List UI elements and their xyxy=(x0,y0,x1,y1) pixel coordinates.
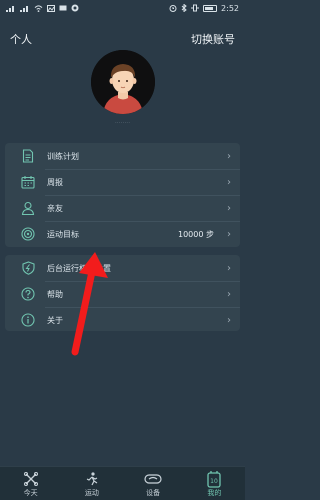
chevron-right-icon: › xyxy=(227,202,231,214)
avatar[interactable] xyxy=(91,50,155,114)
tab-exercise[interactable]: 运动 xyxy=(61,467,122,500)
help-icon xyxy=(19,285,37,303)
menu-item-exercise-goal[interactable]: 运动目标 10000 步 › xyxy=(5,221,240,247)
chevron-right-icon: › xyxy=(227,288,231,300)
chevron-right-icon: › xyxy=(227,176,231,188)
menu-group-2: 后台运行权限设置 › 帮助 › 关于 › xyxy=(5,255,240,331)
alarm-icon xyxy=(169,5,177,12)
avatar-person-icon xyxy=(91,50,155,114)
info-icon xyxy=(19,311,37,329)
signal-icon xyxy=(20,5,30,12)
menu-item-label: 训练计划 xyxy=(47,151,79,161)
tab-mine[interactable]: 10 我的 xyxy=(184,467,245,500)
chevron-right-icon: › xyxy=(227,228,231,240)
menu-item-training-plan[interactable]: 训练计划 › xyxy=(5,143,240,169)
menu-item-label: 帮助 xyxy=(47,289,63,299)
wifi-icon xyxy=(34,4,43,12)
person-icon xyxy=(19,199,37,217)
chevron-right-icon: › xyxy=(227,262,231,274)
mine-icon: 10 xyxy=(205,470,223,488)
menu-item-about[interactable]: 关于 › xyxy=(5,307,240,331)
chevron-right-icon: › xyxy=(227,150,231,162)
image-icon xyxy=(47,4,55,12)
menu-item-label: 亲友 xyxy=(47,203,63,213)
message-icon xyxy=(59,5,67,10)
battery-icon xyxy=(203,4,218,12)
chevron-right-icon: › xyxy=(227,314,231,326)
menu-group-1: 训练计划 › 周报 › 亲友 › 运动目标 10000 步 › xyxy=(5,143,240,247)
mine-badge: 10 xyxy=(211,478,219,485)
tab-today[interactable]: 今天 xyxy=(0,467,61,500)
page-title: 个人 xyxy=(10,33,32,46)
tab-label: 运动 xyxy=(84,489,99,497)
calendar-icon xyxy=(19,173,37,191)
document-icon xyxy=(19,147,37,165)
bluetooth-icon xyxy=(181,4,187,12)
switch-account-button[interactable]: 切换账号 xyxy=(191,31,235,47)
exercise-goal-value: 10000 步 xyxy=(178,229,214,239)
menu-item-label: 周报 xyxy=(47,177,63,187)
menu-item-friends[interactable]: 亲友 › xyxy=(5,195,240,221)
header: 个人 切换账号 xyxy=(0,28,245,50)
status-time: 2:52 xyxy=(221,3,239,13)
profile-name: ........ xyxy=(114,118,131,125)
tab-label: 设备 xyxy=(146,489,161,497)
tab-device[interactable]: 设备 xyxy=(123,467,184,500)
menu-item-label: 后台运行权限设置 xyxy=(47,263,111,273)
tab-bar: 今天 运动 设备 10 我的 xyxy=(0,466,245,500)
status-left xyxy=(6,4,79,12)
status-bar: 2:52 xyxy=(0,0,245,16)
menu-item-background-permission[interactable]: 后台运行权限设置 › xyxy=(5,255,240,281)
exercise-icon xyxy=(83,470,101,488)
today-icon xyxy=(22,470,40,488)
signal-icon xyxy=(6,5,16,12)
status-right: 2:52 xyxy=(169,4,239,13)
menu-item-label: 关于 xyxy=(47,315,63,325)
shield-icon xyxy=(19,259,37,277)
circle-icon xyxy=(71,4,79,12)
vibrate-icon xyxy=(191,4,199,12)
device-icon xyxy=(144,470,162,488)
target-icon xyxy=(19,225,37,243)
menu-item-weekly-report[interactable]: 周报 › xyxy=(5,169,240,195)
menu-item-help[interactable]: 帮助 › xyxy=(5,281,240,307)
tab-label: 今天 xyxy=(23,489,38,497)
tab-label: 我的 xyxy=(207,489,222,497)
menu-item-label: 运动目标 xyxy=(47,229,79,239)
